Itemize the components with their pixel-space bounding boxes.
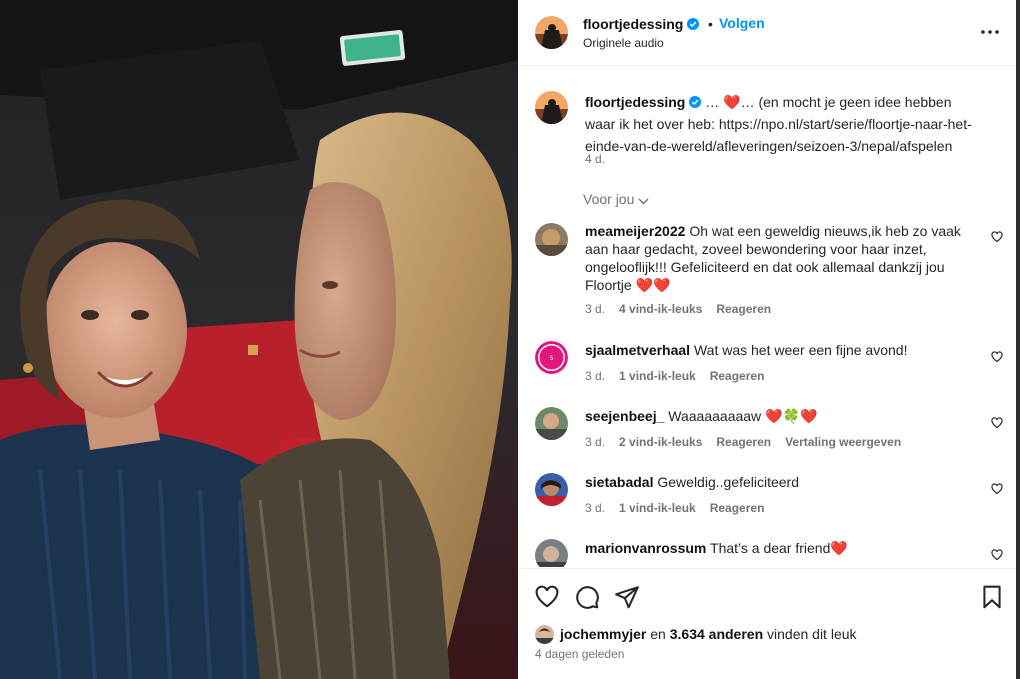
heart-emoji-icon: ❤️	[765, 408, 783, 424]
comment-text: marionvanrossum That’s a dear friend❤️	[585, 539, 980, 557]
comment-time[interactable]: 3 d.	[585, 435, 605, 449]
like-comment-icon[interactable]	[991, 549, 1003, 561]
more-options-icon[interactable]	[979, 24, 1001, 40]
comment-meta: 3 d. 2 vind-ik-leuks Reageren Vertaling wee…	[585, 435, 915, 449]
commenter-avatar[interactable]: S	[535, 341, 568, 374]
comment-meta: 3 d. 1 vind-ik-leuk Reageren	[585, 501, 778, 515]
post-media[interactable]	[0, 0, 518, 679]
liker-avatar[interactable]	[535, 625, 554, 644]
comment-body: That’s a dear friend	[710, 540, 831, 556]
caption-author-avatar[interactable]	[535, 91, 568, 124]
like-comment-icon[interactable]	[991, 231, 1003, 243]
heart-emoji-icon: ❤️	[799, 408, 818, 424]
comments-scroll-area[interactable]: floortjedessing … ❤️… (en mocht je geen …	[518, 67, 1016, 567]
comment-meta: 3 d. 4 vind-ik-leuks Reageren	[585, 302, 785, 316]
comment-likes[interactable]: 1 vind-ik-leuk	[619, 369, 696, 383]
reply-button[interactable]: Reageren	[710, 369, 765, 383]
comment-text: sjaalmetverhaal Wat was het weer een fij…	[585, 341, 980, 359]
comment-likes[interactable]: 1 vind-ik-leuk	[619, 501, 696, 515]
like-comment-icon[interactable]	[991, 417, 1003, 429]
reply-button[interactable]: Reageren	[716, 435, 771, 449]
verified-badge-icon	[687, 18, 700, 30]
likes-count[interactable]: 3.634 anderen	[670, 626, 763, 642]
comment-body: Wat was het weer een fijne avond!	[693, 342, 908, 358]
commenter-avatar[interactable]	[535, 223, 568, 256]
like-comment-icon[interactable]	[991, 483, 1003, 495]
comment-body: Waaaaaaaaaw	[668, 408, 766, 424]
commenter-username[interactable]: seejenbeej_	[585, 408, 664, 424]
follow-button[interactable]: Volgen	[719, 15, 765, 31]
like-comment-icon[interactable]	[991, 351, 1003, 363]
comment-sort-dropdown[interactable]: Voor jou	[583, 191, 649, 207]
likes-connector: en	[646, 626, 670, 642]
commenter-avatar[interactable]	[535, 473, 568, 506]
caption-text-start: …	[701, 94, 724, 110]
chevron-down-icon	[638, 198, 649, 205]
author-username[interactable]: floortjedessing	[583, 16, 700, 32]
post-actions: jochemmyjer en 3.634 anderen vinden dit …	[518, 568, 1016, 679]
sort-label: Voor jou	[583, 191, 635, 207]
commenter-username[interactable]: sjaalmetverhaal	[585, 342, 690, 358]
comment-body: Geweldig..gefeliciteerd	[657, 474, 800, 490]
comment-likes[interactable]: 4 vind-ik-leuks	[619, 302, 702, 316]
save-bookmark-icon[interactable]	[979, 584, 1005, 610]
comment-text: sietabadal Geweldig..gefeliciteerd	[585, 473, 980, 491]
post-caption: floortjedessing … ❤️… (en mocht je geen …	[585, 91, 980, 157]
post-header: floortjedessing • Volgen Originele audio	[518, 0, 1016, 66]
reply-button[interactable]: Reageren	[710, 501, 765, 515]
audio-link[interactable]: Originele audio	[583, 36, 664, 50]
commenter-username[interactable]: sietabadal	[585, 474, 653, 490]
comment-meta: 3 d. 1 vind-ik-leuk Reageren	[585, 369, 778, 383]
caption-time[interactable]: 4 d.	[585, 152, 605, 166]
svg-text:S: S	[550, 355, 554, 362]
heart-emoji-icon: ❤️	[723, 94, 741, 110]
separator-dot: •	[708, 16, 713, 32]
commenter-username[interactable]: marionvanrossum	[585, 540, 706, 556]
comment-likes[interactable]: 2 vind-ik-leuks	[619, 435, 702, 449]
comment-time[interactable]: 3 d.	[585, 369, 605, 383]
verified-badge-icon	[689, 96, 702, 108]
comment-text: seejenbeej_ Waaaaaaaaaw ❤️🍀❤️	[585, 407, 980, 425]
like-heart-icon[interactable]	[534, 584, 560, 610]
commenter-avatar[interactable]	[535, 407, 568, 440]
commenter-username[interactable]: meameijer2022	[585, 223, 685, 239]
heart-emoji-icon: ❤️	[830, 540, 848, 556]
commenter-avatar[interactable]	[535, 539, 568, 567]
translate-button[interactable]: Vertaling weergeven	[785, 435, 901, 449]
likes-suffix: vinden dit leuk	[763, 626, 857, 642]
post-detail-panel: floortjedessing • Volgen Originele audio…	[518, 0, 1020, 679]
heart-emoji-icon: ❤️❤️	[635, 277, 671, 293]
comment-bubble-icon[interactable]	[574, 584, 600, 610]
video-frame	[0, 0, 518, 679]
liker-username[interactable]: jochemmyjer	[560, 626, 646, 642]
share-paper-plane-icon[interactable]	[614, 584, 640, 610]
author-avatar[interactable]	[535, 16, 568, 49]
reply-button[interactable]: Reageren	[716, 302, 771, 316]
comment-text: meameijer2022 Oh wat een geweldig nieuws…	[585, 222, 980, 294]
likes-summary: jochemmyjer en 3.634 anderen vinden dit …	[535, 625, 857, 644]
post-date[interactable]: 4 dagen geleden	[535, 647, 624, 661]
comment-time[interactable]: 3 d.	[585, 302, 605, 316]
clover-emoji-icon: 🍀	[782, 408, 800, 424]
caption-username[interactable]: floortjedessing	[585, 94, 685, 110]
comment-time[interactable]: 3 d.	[585, 501, 605, 515]
window-edge	[1016, 0, 1020, 679]
author-username-text[interactable]: floortjedessing	[583, 16, 683, 32]
